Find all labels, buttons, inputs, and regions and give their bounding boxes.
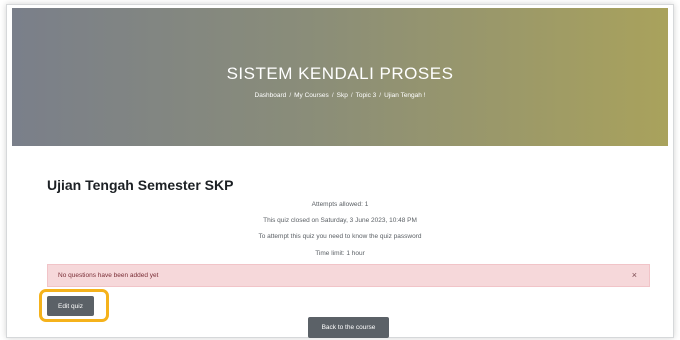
page-title: Ujian Tengah Semester SKP [47, 177, 234, 193]
quiz-info-time-limit: Time limit: 1 hour [315, 250, 365, 257]
breadcrumb-skp[interactable]: Skp [337, 92, 348, 99]
course-header: SISTEM KENDALI PROSES Dashboard / My Cou… [12, 8, 668, 146]
breadcrumb-current: Ujian Tengah ! [384, 91, 426, 99]
course-title: SISTEM KENDALI PROSES [226, 63, 454, 83]
main-content: Ujian Tengah Semester SKP Attempts allow… [12, 146, 668, 338]
page: SISTEM KENDALI PROSES Dashboard / My Cou… [0, 0, 680, 340]
quiz-info-attempts: Attempts allowed: 1 [311, 201, 369, 208]
breadcrumb-separator: / [379, 91, 382, 99]
quiz-info-password: To attempt this quiz you need to know th… [258, 233, 422, 240]
quiz-info-closed: This quiz closed on Saturday, 3 June 202… [263, 217, 417, 224]
breadcrumb-topic[interactable]: Topic 3 [356, 92, 377, 99]
breadcrumb-separator: / [289, 91, 292, 99]
breadcrumb: Dashboard / My Courses / Skp / Topic 3 /… [255, 92, 426, 99]
breadcrumb-my-courses[interactable]: My Courses [294, 92, 329, 99]
close-icon[interactable]: × [632, 271, 637, 280]
breadcrumb-dashboard[interactable]: Dashboard [255, 92, 287, 99]
back-to-course-button[interactable]: Back to the course [308, 317, 389, 338]
alert-message: No questions have been added yet [58, 272, 159, 279]
edit-quiz-button[interactable]: Edit quiz [47, 296, 94, 316]
breadcrumb-separator: / [331, 91, 334, 99]
no-questions-alert: No questions have been added yet × [47, 264, 650, 287]
breadcrumb-separator: / [350, 91, 353, 99]
